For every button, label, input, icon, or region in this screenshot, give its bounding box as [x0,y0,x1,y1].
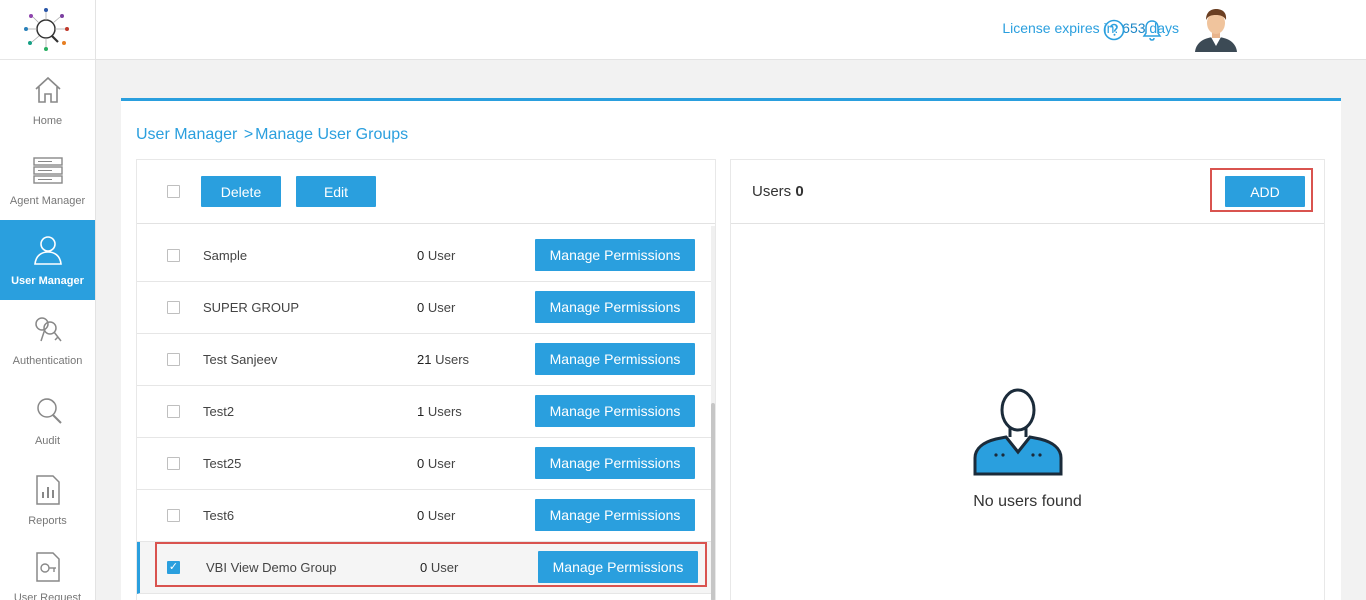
license-prefix: License expires in: [1002,20,1119,36]
sidebar-item-agent-manager[interactable]: Agent Manager [0,140,95,220]
empty-user-icon [973,388,1063,476]
sidebar-item-audit[interactable]: Audit [0,380,95,460]
row-checkbox[interactable] [167,353,180,366]
group-name: Test2 [203,404,235,419]
add-user-button[interactable]: ADD [1225,176,1305,207]
list-item[interactable]: Sample 0 User Manage Permissions [137,230,713,282]
sidebar-item-home[interactable]: Home [0,60,95,140]
sidebar-item-label: Reports [28,515,67,527]
list-item[interactable]: Test25 0 User Manage Permissions [137,438,713,490]
list-item[interactable]: Test2 1 Users Manage Permissions [137,386,713,438]
manage-permissions-button[interactable]: Manage Permissions [535,239,695,271]
home-icon [31,73,65,107]
scrollbar-thumb[interactable] [711,403,715,600]
group-user-count: 0 User [417,248,456,263]
groups-list: Sample 0 User Manage Permissions SUPER G… [137,230,713,594]
breadcrumb: User Manager > Manage User Groups [136,126,408,144]
sidebar-item-user-manager[interactable]: User Manager [0,220,95,300]
list-item[interactable]: SUPER GROUP 0 User Manage Permissions [137,282,713,334]
bell-icon[interactable] [1141,19,1163,41]
groups-scrollbar[interactable] [711,226,715,600]
group-name: Test6 [203,508,235,523]
sidebar-item-label: Agent Manager [9,195,86,207]
selected-row-highlight [155,542,707,587]
row-checkbox[interactable] [167,457,180,470]
manage-permissions-button[interactable]: Manage Permissions [535,343,695,375]
select-all-checkbox[interactable] [167,185,180,198]
users-panel-header: Users 0 ADD [731,160,1324,224]
group-user-count: 1 Users [417,404,462,419]
user-icon [31,233,65,267]
sidebar-item-authentication[interactable]: Authentication [0,300,95,380]
sidebar-item-label: User Manager [11,275,84,287]
edit-button[interactable]: Edit [296,176,376,207]
manage-permissions-button[interactable]: Manage Permissions [535,395,695,427]
sidebar: Home Agent Manager User Manager Authenti… [0,0,96,600]
groups-toolbar: Delete Edit [137,160,715,224]
group-user-count: 0 User [417,300,456,315]
manage-permissions-button[interactable]: Manage Permissions [535,499,695,531]
row-checkbox[interactable] [167,301,180,314]
delete-button[interactable]: Delete [201,176,281,207]
list-item[interactable]: Test6 0 User Manage Permissions [137,490,713,542]
top-header: License expires in: 653 days [96,0,1366,60]
sidebar-item-reports[interactable]: Reports [0,460,95,540]
group-name: Sample [203,248,248,263]
empty-state-message: No users found [973,493,1082,510]
avatar[interactable] [1193,6,1239,52]
report-icon [31,473,65,507]
main-content: User Manager > Manage User Groups Delete … [121,101,1341,600]
row-checkbox[interactable] [167,249,180,262]
sidebar-item-label: Audit [34,435,61,447]
manage-permissions-button[interactable]: Manage Permissions [535,447,695,479]
group-user-count: 0 User [417,508,456,523]
sidebar-item-label: Home [32,115,63,127]
sidebar-item-label: Authentication [12,355,83,367]
group-user-count: 0 User [417,456,456,471]
group-name: Test25 [203,456,242,471]
groups-panel: Delete Edit Sample 0 User Manage Permiss… [136,159,716,600]
users-panel: Users 0 ADD No users found [730,159,1325,600]
users-count-title: Users 0 [752,183,804,200]
group-name: SUPER GROUP [203,300,300,315]
group-name: Test Sanjeev [203,352,278,367]
group-user-count: 21 Users [417,352,470,367]
row-checkbox[interactable] [167,509,180,522]
sidebar-item-label: User Request [13,592,82,600]
manage-permissions-button[interactable]: Manage Permissions [535,291,695,323]
logo-icon [23,7,69,51]
server-icon [31,153,65,187]
audit-icon [31,393,65,427]
user-request-icon [31,550,65,584]
keys-icon [31,313,65,347]
app-logo[interactable] [0,0,95,60]
breadcrumb-separator: > [243,126,254,143]
row-checkbox[interactable] [167,405,180,418]
help-icon[interactable] [1103,19,1125,41]
list-item[interactable]: Test Sanjeev 21 Users Manage Permissions [137,334,713,386]
breadcrumb-current: Manage User Groups [255,126,409,143]
breadcrumb-parent[interactable]: User Manager [136,126,237,143]
sidebar-item-user-request[interactable]: User Request [0,540,95,600]
